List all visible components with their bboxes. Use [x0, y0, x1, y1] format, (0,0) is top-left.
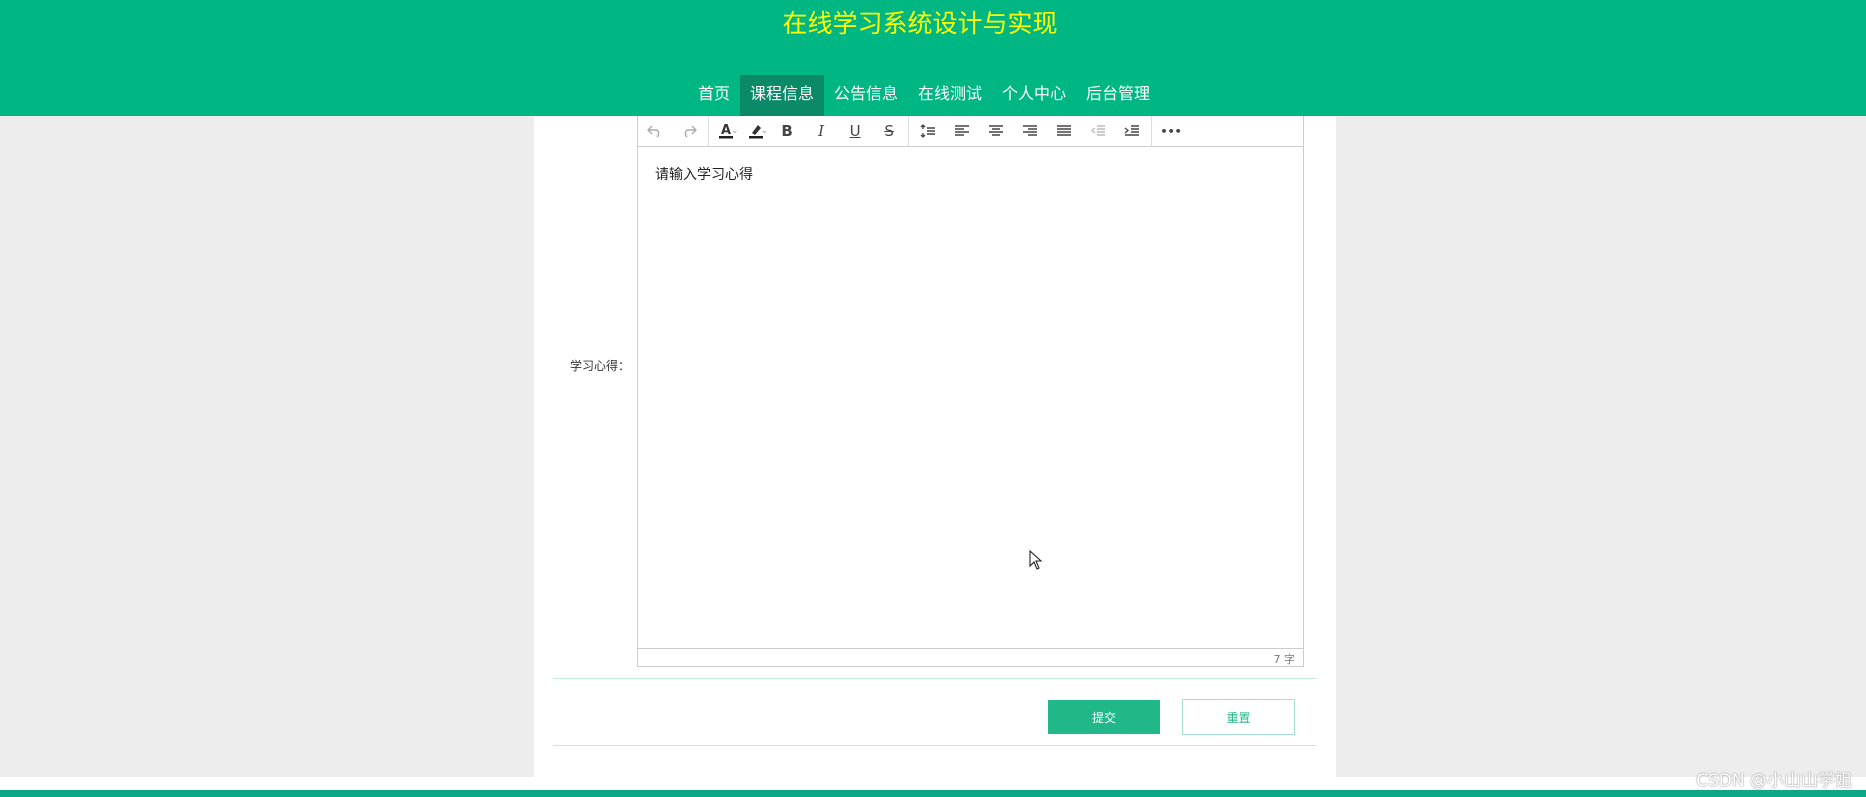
align-center-icon[interactable]	[979, 116, 1013, 146]
rich-text-editor: A ⌄ ⌄ B I U S ••• 请输入学习心得 7 字	[637, 116, 1304, 667]
mouse-cursor-icon	[1029, 549, 1043, 574]
align-right-icon[interactable]	[1013, 116, 1047, 146]
indent-icon[interactable]	[1115, 116, 1149, 146]
outdent-icon[interactable]	[1081, 116, 1115, 146]
toolbar-separator	[1151, 116, 1153, 146]
header: 在线学习系统设计与实现 首页 课程信息 公告信息 在线测试 个人中心 后台管理	[0, 0, 1866, 116]
nav-item-courses[interactable]: 课程信息	[739, 75, 824, 116]
form-divider-top	[553, 678, 1316, 679]
word-count: 7 字	[1273, 653, 1296, 666]
line-height-icon[interactable]	[911, 116, 945, 146]
svg-text:A: A	[721, 123, 731, 138]
form-divider-bottom	[553, 745, 1316, 746]
italic-icon[interactable]: I	[804, 116, 838, 146]
editor-content-area[interactable]: 请输入学习心得	[638, 147, 1303, 635]
bold-icon[interactable]: B	[770, 116, 804, 146]
reset-button[interactable]: 重置	[1182, 699, 1295, 735]
nav-item-personal-center[interactable]: 个人中心	[992, 75, 1076, 116]
footer-spacer	[0, 777, 1866, 790]
toolbar-separator	[708, 116, 709, 146]
toolbar-separator	[908, 116, 910, 146]
nav-item-admin[interactable]: 后台管理	[1076, 75, 1160, 116]
more-icon[interactable]: •••	[1154, 116, 1188, 146]
editor-placeholder: 请输入学习心得	[655, 167, 753, 183]
editor-statusbar: 7 字	[638, 648, 1303, 666]
font-color-icon[interactable]: A	[711, 116, 741, 146]
nav-item-online-test[interactable]: 在线测试	[908, 75, 992, 116]
nav-item-home[interactable]: 首页	[688, 75, 740, 116]
redo-icon[interactable]	[672, 116, 706, 146]
editor-toolbar: A ⌄ ⌄ B I U S •••	[638, 116, 1303, 147]
align-left-icon[interactable]	[945, 116, 979, 146]
nav-item-announcements[interactable]: 公告信息	[824, 75, 908, 116]
undo-icon[interactable]	[638, 116, 672, 146]
learning-notes-label: 学习心得：	[570, 359, 631, 373]
highlight-icon[interactable]	[741, 116, 771, 146]
main-nav: 首页 课程信息 公告信息 在线测试 个人中心 后台管理	[0, 75, 1840, 116]
submit-button[interactable]: 提交	[1048, 700, 1160, 734]
footer-bar	[0, 790, 1866, 797]
site-title: 在线学习系统设计与实现	[782, 9, 1058, 38]
strikethrough-icon[interactable]: S	[872, 116, 906, 146]
underline-icon[interactable]: U	[838, 116, 872, 146]
watermark: CSDN @小山山学姐	[1696, 771, 1852, 791]
justify-icon[interactable]	[1047, 116, 1081, 146]
